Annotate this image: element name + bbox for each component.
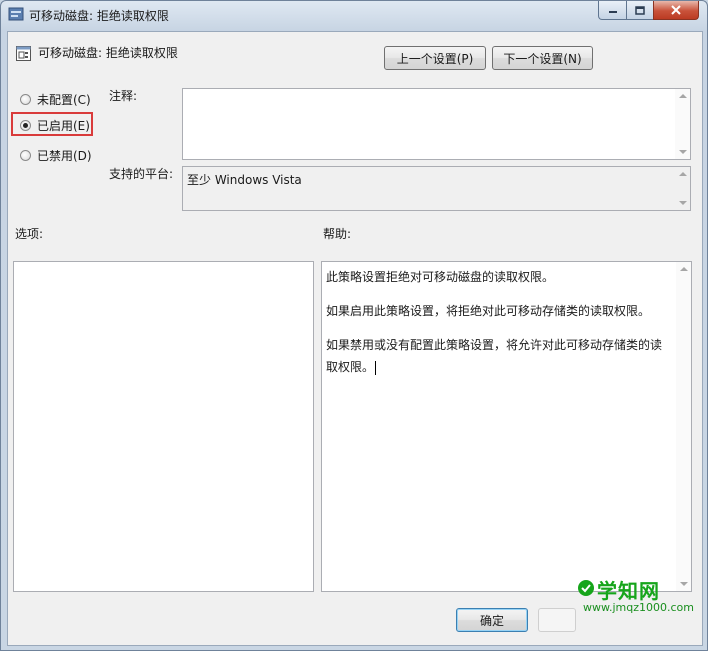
close-icon	[671, 5, 681, 15]
platform-scrollbar[interactable]	[675, 167, 690, 210]
site-watermark: 学知网 www.jmqz1000.com	[575, 573, 694, 615]
help-paragraph: 如果禁用或没有配置此策略设置，将允许对此可移动存储类的读取权限。	[326, 338, 663, 375]
watermark-title: 学知网	[597, 579, 660, 603]
radio-label: 已启用(E)	[37, 118, 90, 133]
radio-enabled[interactable]: 已启用(E)	[20, 116, 90, 134]
policy-setting-icon	[16, 46, 31, 61]
help-textbox[interactable]: 此策略设置拒绝对可移动磁盘的读取权限。 如果启用此策略设置，将拒绝对此可移动存储…	[321, 261, 692, 592]
scroll-up-icon[interactable]	[679, 172, 687, 176]
title-bar[interactable]: 可移动磁盘: 拒绝读取权限	[1, 1, 707, 29]
comment-textbox[interactable]	[182, 88, 691, 160]
text-caret	[375, 360, 377, 375]
watermark-logo-icon	[578, 580, 594, 596]
help-label: 帮助:	[323, 227, 352, 241]
help-paragraph: 此策略设置拒绝对可移动磁盘的读取权限。	[326, 270, 555, 284]
comment-scrollbar[interactable]	[675, 89, 690, 159]
cancel-button-obscured[interactable]	[538, 608, 576, 632]
radio-disabled[interactable]: 已禁用(D)	[20, 146, 92, 164]
radio-label: 已禁用(D)	[37, 148, 92, 163]
radio-button[interactable]	[20, 119, 31, 131]
radio-not-configured[interactable]: 未配置(C)	[20, 90, 91, 108]
scroll-up-icon[interactable]	[679, 94, 687, 98]
radio-button[interactable]	[20, 149, 31, 161]
supported-platform-label: 支持的平台:	[109, 167, 174, 181]
maximize-icon	[635, 5, 645, 15]
help-scrollbar[interactable]	[676, 262, 691, 591]
radio-selected-dot	[23, 122, 28, 128]
previous-setting-button[interactable]: 上一个设置(P)	[384, 46, 486, 70]
supported-platform-value: 至少 Windows Vista	[187, 173, 302, 187]
radio-label: 未配置(C)	[37, 92, 91, 107]
options-label: 选项:	[15, 227, 44, 241]
scroll-up-icon[interactable]	[680, 267, 688, 271]
policy-dialog-window: 可移动磁盘: 拒绝读取权限 可移动磁盘: 拒绝读取权限 上一个设置(P) 下一个…	[0, 0, 708, 651]
dialog-body: 可移动磁盘: 拒绝读取权限 上一个设置(P) 下一个设置(N) 未配置(C) 已…	[7, 31, 703, 646]
supported-platform-box: 至少 Windows Vista	[182, 166, 691, 211]
close-button[interactable]	[653, 1, 699, 20]
scroll-down-icon[interactable]	[679, 201, 687, 205]
window-title: 可移动磁盘: 拒绝读取权限	[29, 9, 169, 23]
watermark-url: www.jmqz1000.com	[583, 601, 694, 614]
policy-name: 可移动磁盘: 拒绝读取权限	[38, 46, 178, 60]
help-paragraph: 如果启用此策略设置，将拒绝对此可移动存储类的读取权限。	[326, 304, 651, 318]
next-setting-button[interactable]: 下一个设置(N)	[492, 46, 593, 70]
policy-icon	[8, 7, 24, 21]
options-panel	[13, 261, 314, 592]
minimize-icon	[608, 11, 617, 13]
maximize-button[interactable]	[626, 1, 654, 20]
ok-button[interactable]: 确定	[456, 608, 528, 632]
minimize-button[interactable]	[598, 1, 627, 20]
comment-label: 注释:	[109, 89, 138, 103]
radio-button[interactable]	[20, 93, 31, 105]
scroll-down-icon[interactable]	[679, 150, 687, 154]
help-content: 此策略设置拒绝对可移动磁盘的读取权限。 如果启用此策略设置，将拒绝对此可移动存储…	[326, 266, 673, 378]
